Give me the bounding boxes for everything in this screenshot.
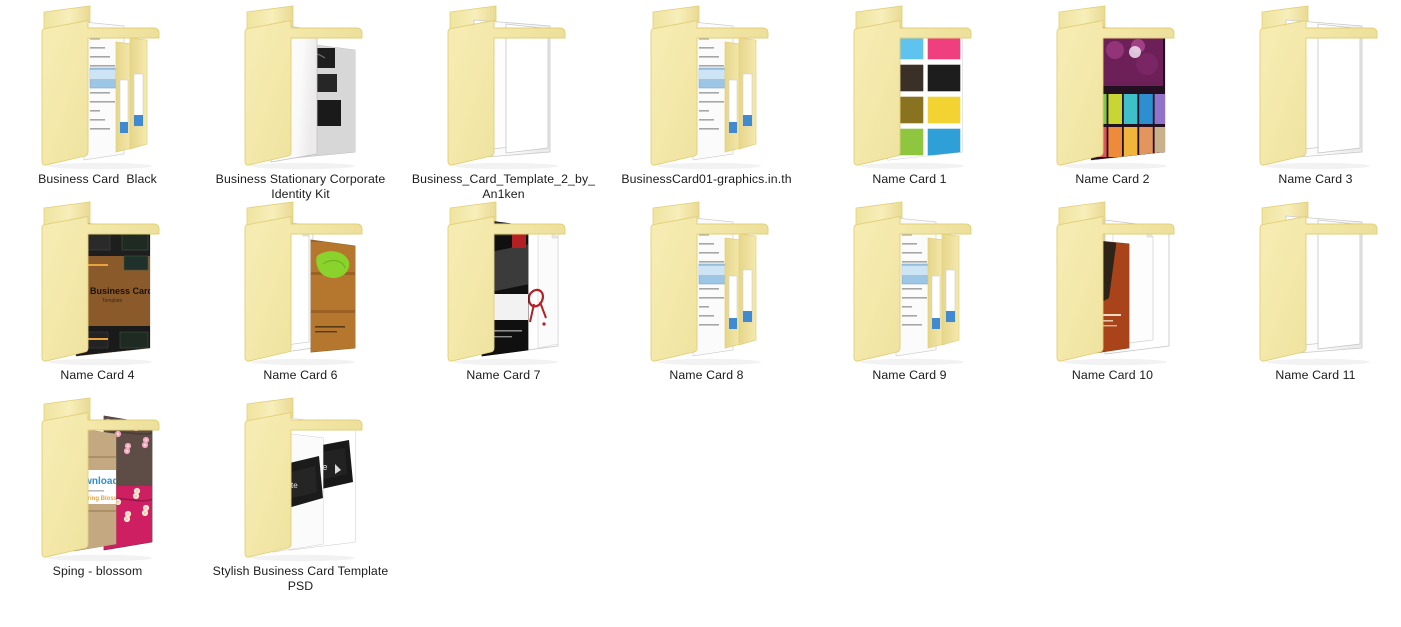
folder-open-preview-icon[interactable] <box>434 198 574 366</box>
folder-open-documents-icon[interactable] <box>434 2 574 170</box>
folder-label: Name Card 10 <box>1071 368 1154 382</box>
folder-item[interactable]: Business Stationary Corporate Identity K… <box>199 2 402 202</box>
svg-text:Business Card: Business Card <box>90 286 153 296</box>
folder-open-preview-icon[interactable]: Business Card Template <box>28 198 168 366</box>
folder-label: Name Card 8 <box>669 368 744 382</box>
folder-item[interactable]: Name Card 6 <box>199 198 402 383</box>
folder-label: Stylish Business Card Template PSD <box>212 564 392 593</box>
folder-open-documents-icon[interactable] <box>840 198 980 366</box>
folder-item[interactable]: Name Card 7 <box>402 198 605 383</box>
folder-open-preview-icon[interactable]: ownload Spring Blossom <box>28 394 168 562</box>
folder-open-preview-icon[interactable]: ate te <box>231 394 371 562</box>
folder-item[interactable]: Name Card 2 <box>1011 2 1214 187</box>
folder-item[interactable]: Name Card 1 <box>808 2 1011 187</box>
folder-item[interactable]: ownload Spring Blossom Sping - blossom <box>0 394 199 579</box>
svg-text:Template: Template <box>102 298 123 304</box>
folder-open-preview-icon[interactable] <box>840 2 980 170</box>
folder-label: Name Card 1 <box>872 172 947 186</box>
folder-open-preview-icon[interactable] <box>1043 198 1183 366</box>
folder-label: Sping - blossom <box>52 564 143 578</box>
folder-open-preview-icon[interactable] <box>1043 2 1183 170</box>
folder-item[interactable]: ate te Stylish Business Card Template PS… <box>199 394 402 594</box>
svg-text:te: te <box>291 481 298 490</box>
folder-open-documents-icon[interactable] <box>637 198 777 366</box>
folder-open-documents-icon[interactable] <box>1246 198 1386 366</box>
folder-label: Name Card 9 <box>872 368 947 382</box>
folder-label: Name Card 4 <box>60 368 135 382</box>
file-grid: Business Card Black Business Stationary … <box>0 0 1401 627</box>
folder-open-documents-icon[interactable] <box>28 2 168 170</box>
folder-open-preview-icon[interactable] <box>231 2 371 170</box>
folder-label: Name Card 2 <box>1075 172 1150 186</box>
folder-item[interactable]: BusinessCard01-graphics.in.th <box>605 2 808 187</box>
folder-item[interactable]: Name Card 11 <box>1214 198 1401 383</box>
folder-label: Name Card 11 <box>1275 368 1356 382</box>
folder-item[interactable]: Name Card 3 <box>1214 2 1401 187</box>
folder-item[interactable]: Business Card Template Name Card 4 <box>0 198 199 383</box>
folder-label: BusinessCard01-graphics.in.th <box>621 172 792 186</box>
folder-open-documents-icon[interactable] <box>1246 2 1386 170</box>
folder-label: Name Card 3 <box>1278 172 1353 186</box>
folder-item[interactable]: Name Card 9 <box>808 198 1011 383</box>
folder-item[interactable]: Name Card 10 <box>1011 198 1214 383</box>
folder-label: Name Card 6 <box>263 368 338 382</box>
folder-label: Name Card 7 <box>466 368 541 382</box>
folder-item[interactable]: Business Card Black <box>0 2 199 187</box>
folder-open-documents-icon[interactable] <box>637 2 777 170</box>
folder-item[interactable]: Name Card 8 <box>605 198 808 383</box>
folder-open-preview-icon[interactable] <box>231 198 371 366</box>
folder-label: Business Card Black <box>38 172 157 186</box>
folder-item[interactable]: Business_Card_Template_2_by_An1ken <box>402 2 605 202</box>
